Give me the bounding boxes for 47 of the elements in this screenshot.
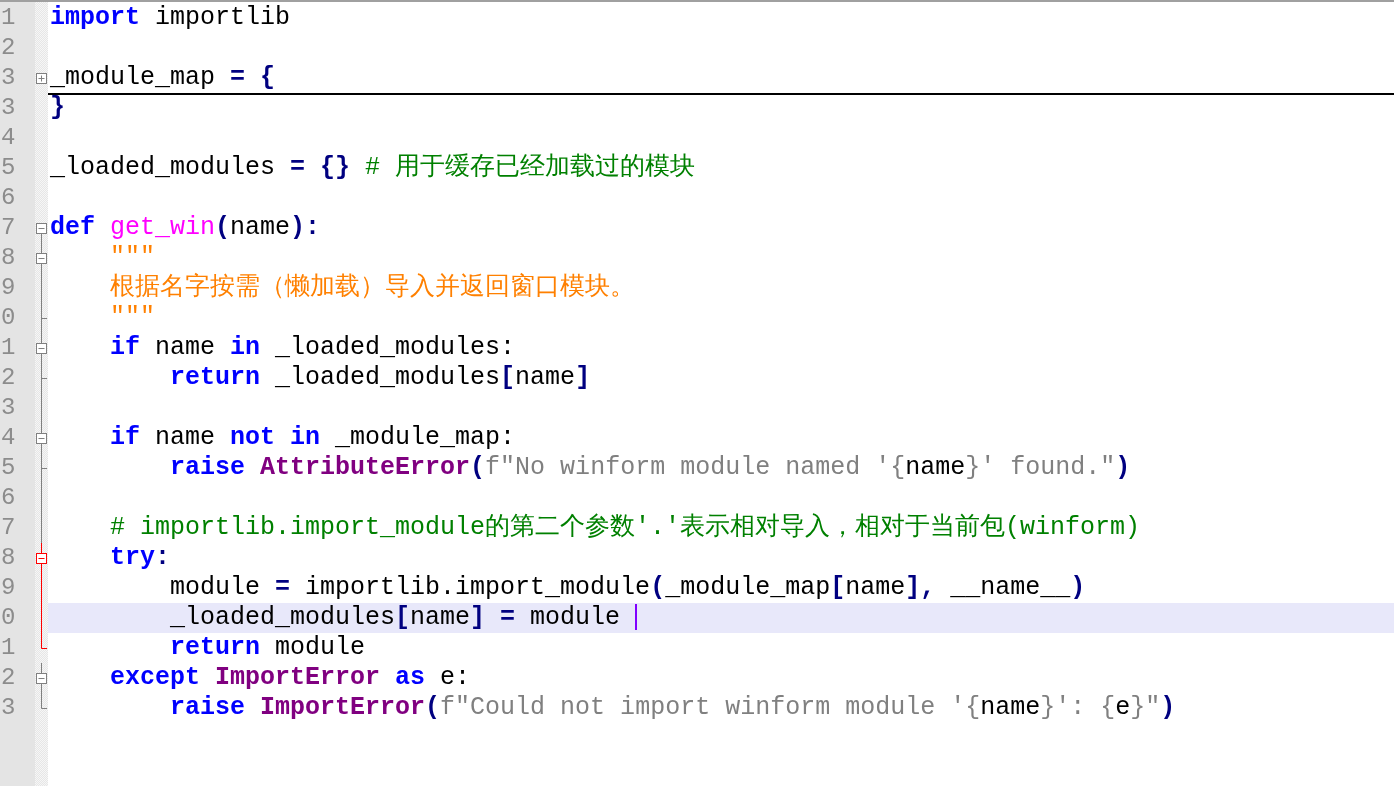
line-number: 0 — [0, 603, 17, 633]
fold-minus-icon[interactable] — [35, 333, 48, 363]
fold-minus-icon[interactable] — [35, 663, 48, 693]
line-number: 5 — [0, 153, 17, 183]
code-line: """ — [109, 303, 157, 333]
line-number: 8 — [0, 543, 17, 573]
code-line: except ImportError as e: — [109, 663, 472, 693]
line-number: 0 — [0, 303, 17, 333]
line-number: 8 — [0, 243, 17, 273]
line-number: 1 — [0, 633, 17, 663]
code-line: """ — [109, 243, 157, 273]
code-line: _loaded_modules = {} # 用于缓存已经加载过的模块 — [49, 153, 697, 183]
fold-minus-icon[interactable] — [35, 543, 48, 573]
code-line: raise ImportError(f"Could not import winform module '{name}': {e}") — [169, 693, 1177, 723]
code-line: 根据名字按需（懒加载）导入并返回窗口模块。 — [109, 273, 636, 303]
line-number: 4 — [0, 123, 17, 153]
code-line: return module — [169, 633, 367, 663]
line-number: 2 — [0, 663, 17, 693]
code-line: import importlib — [49, 3, 292, 33]
code-line: _module_map = { — [48, 63, 1394, 95]
line-number: 2 — [0, 33, 17, 63]
code-line: raise AttributeError(f"No winform module named '{name}' found.") — [169, 453, 1132, 483]
code-line: def get_win(name): — [49, 213, 322, 243]
line-number: 3 — [0, 693, 17, 723]
line-number: 7 — [0, 213, 17, 243]
line-number: 9 — [0, 273, 17, 303]
line-number: 9 — [0, 573, 17, 603]
code-line: module = importlib.import_module(_module_map[name], __name__) — [169, 573, 1087, 603]
line-number: 1 — [0, 3, 17, 33]
code-line: if name in _loaded_modules: — [109, 333, 517, 363]
line-number: 3 — [0, 63, 17, 93]
fold-minus-icon[interactable] — [35, 423, 48, 453]
line-number: 1 — [0, 333, 17, 363]
code-line: if name not in _module_map: — [109, 423, 517, 453]
line-number: 4 — [0, 423, 17, 453]
code-line: # importlib.import_module的第二个参数'.'表示相对导入，相对于当前包(winform) — [109, 513, 1142, 543]
line-number: 6 — [0, 183, 17, 213]
code-line: } — [49, 93, 66, 123]
code-line: return _loaded_modules[name] — [169, 363, 592, 393]
fold-minus-icon[interactable] — [35, 243, 48, 273]
line-number: 2 — [0, 363, 17, 393]
code-line: try: — [109, 543, 172, 573]
line-number: 6 — [0, 483, 17, 513]
line-number: 7 — [0, 513, 17, 543]
line-number: 5 — [0, 453, 17, 483]
line-number: 3 — [0, 93, 17, 123]
line-number: 3 — [0, 393, 17, 423]
